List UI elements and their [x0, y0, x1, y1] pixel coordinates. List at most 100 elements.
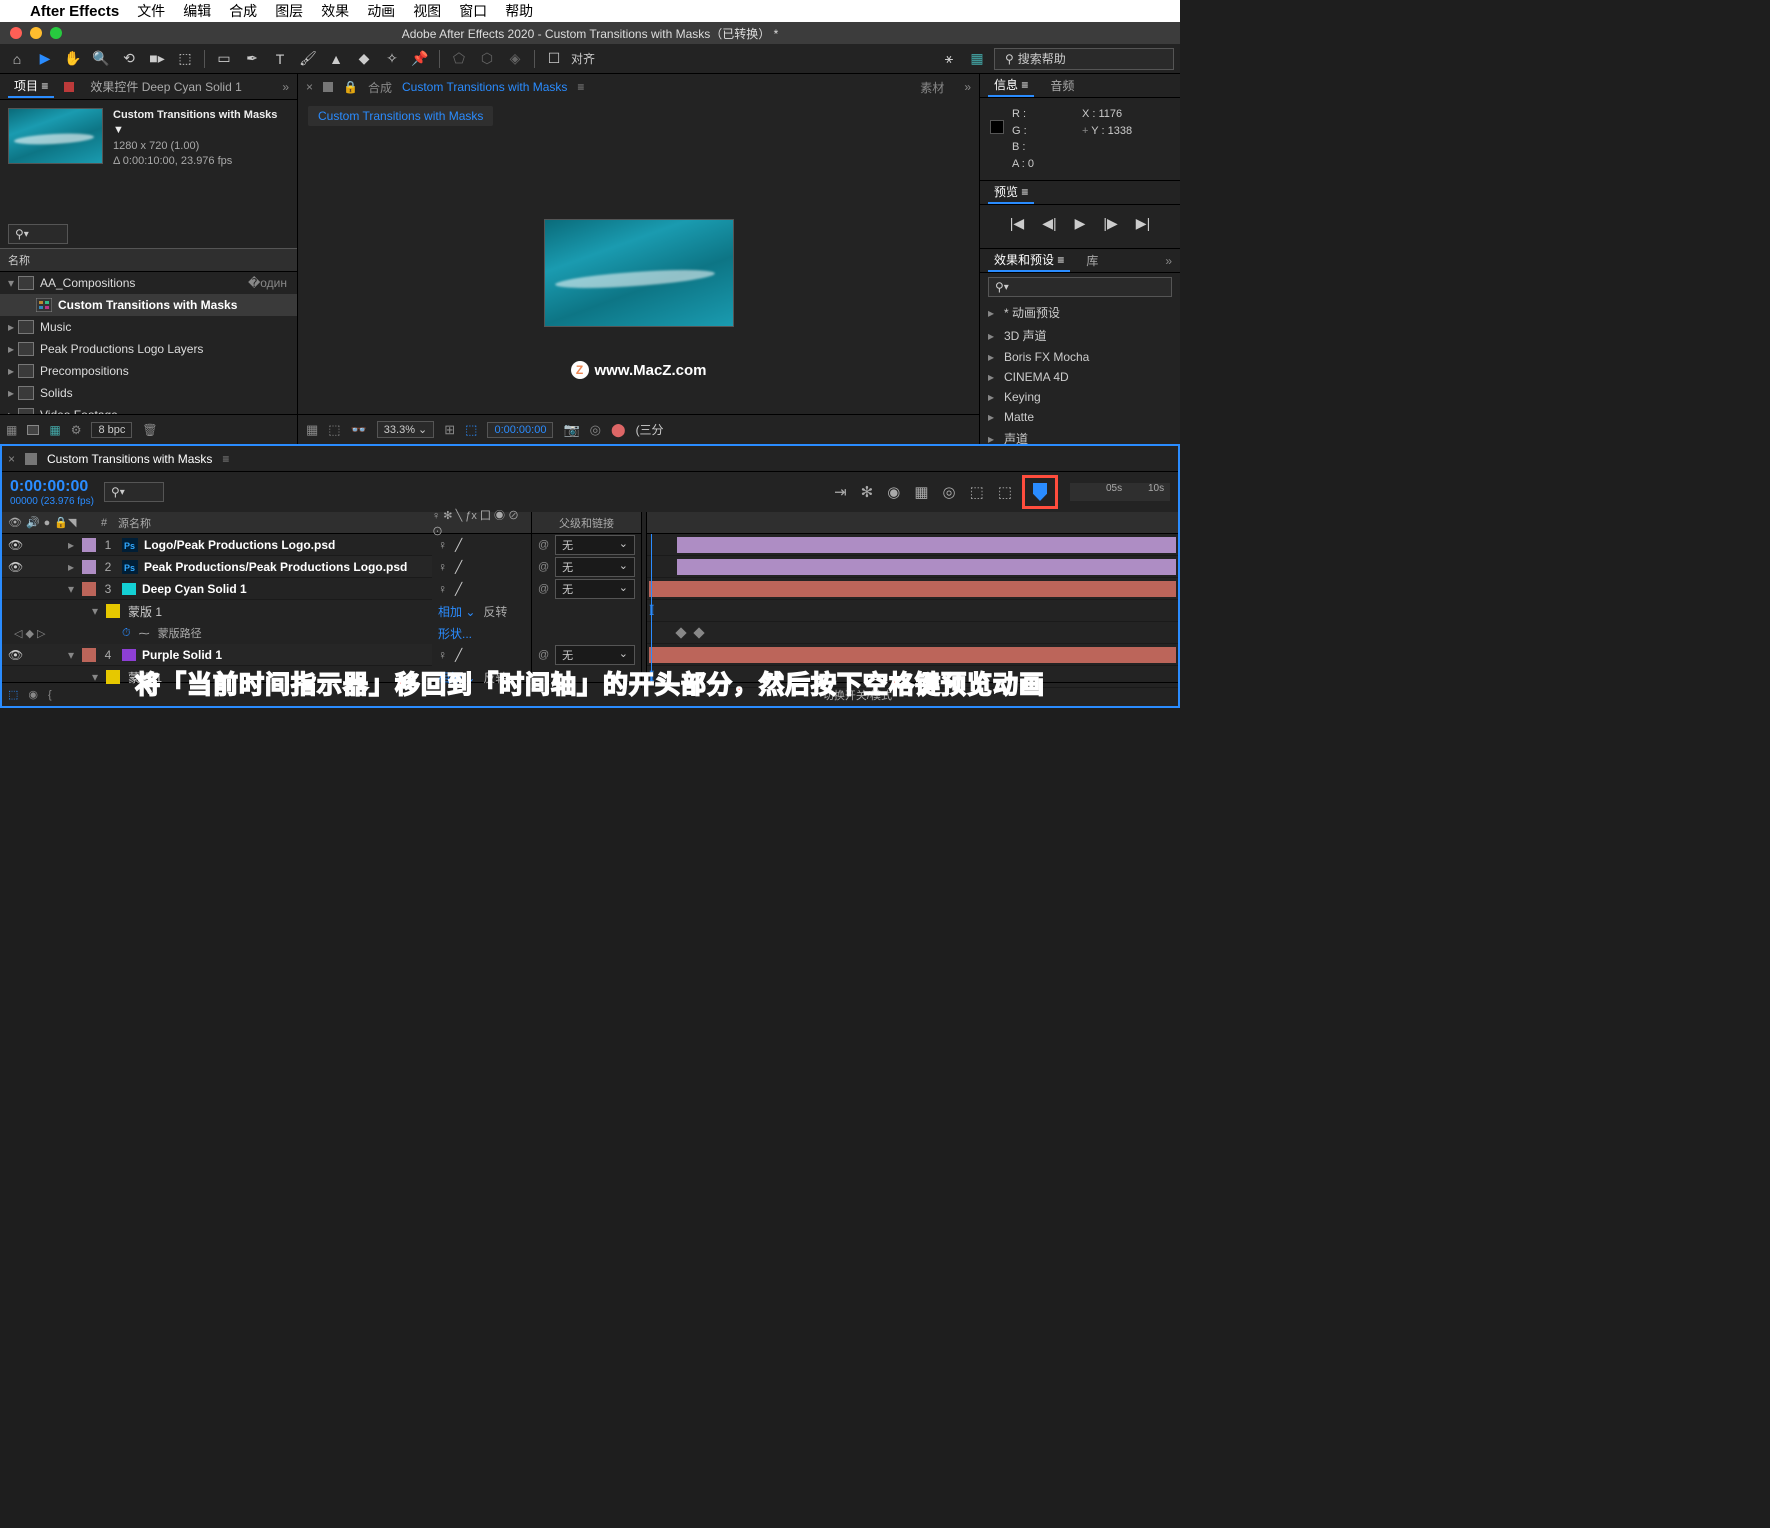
grid-icon[interactable]: ⊞	[444, 422, 455, 438]
layer-bar[interactable]	[677, 537, 1176, 553]
type-tool-icon[interactable]: T	[269, 48, 291, 70]
shape-link[interactable]: 形状...	[438, 625, 472, 642]
folder-logo-layers[interactable]: ▸ Peak Productions Logo Layers	[0, 338, 297, 360]
folder-precompositions[interactable]: ▸ Precompositions	[0, 360, 297, 382]
menu-view[interactable]: 视图	[413, 1, 441, 21]
pen-tool-icon[interactable]: ✒	[241, 48, 263, 70]
time-ruler[interactable]: 05s 10s	[1070, 483, 1170, 501]
pickwhip-icon[interactable]: @	[538, 649, 549, 661]
folder-music[interactable]: ▸ Music	[0, 316, 297, 338]
eraser-tool-icon[interactable]: ◆	[353, 48, 375, 70]
lock-icon[interactable]: 🔒	[343, 80, 358, 94]
pickwhip-icon[interactable]: @	[538, 583, 549, 595]
preset-category[interactable]: ▸* 动画预设	[980, 301, 1180, 324]
color-mgmt-icon[interactable]: ⬤	[611, 422, 626, 438]
mask-visibility-icon[interactable]: ⬚	[465, 422, 477, 438]
preset-category[interactable]: ▸CINEMA 4D	[980, 367, 1180, 387]
frame-blend-icon[interactable]: ✻	[861, 483, 874, 501]
pickwhip-icon[interactable]: @	[538, 539, 549, 551]
invert-checkbox[interactable]: 反转	[483, 603, 507, 620]
prev-frame-icon[interactable]: ◀|	[1042, 215, 1056, 232]
current-time-indicator-icon[interactable]	[1033, 483, 1047, 501]
snap-icon-3[interactable]: ◈	[504, 48, 526, 70]
parent-select[interactable]: 无⌄	[555, 579, 635, 599]
snapping-icon[interactable]: ⚹	[938, 48, 960, 70]
menu-effect[interactable]: 效果	[321, 1, 349, 21]
show-snapshot-icon[interactable]: ◎	[590, 422, 601, 438]
project-settings-icon[interactable]: ⚙	[71, 423, 82, 437]
pan-behind-tool-icon[interactable]: ⬚	[174, 48, 196, 70]
hand-tool-icon[interactable]: ✋	[62, 48, 84, 70]
menu-help[interactable]: 帮助	[505, 1, 533, 21]
expand-icon[interactable]: ◉	[28, 688, 38, 701]
channel-icon[interactable]: ⬚	[328, 422, 340, 438]
minimize-window-button[interactable]	[30, 27, 42, 39]
folder-video-footage[interactable]: ▸ Video Footage	[0, 404, 297, 414]
panel-menu-icon[interactable]: »	[282, 80, 289, 94]
parent-select[interactable]: 无⌄	[555, 535, 635, 555]
rectangle-tool-icon[interactable]: ▭	[213, 48, 235, 70]
viewport[interactable]: Z www.MacZ.com	[298, 132, 979, 414]
layer-row-2[interactable]: 👁▸ 2 Ps Peak Productions/Peak Production…	[2, 556, 432, 578]
project-search[interactable]: ⚲▾	[8, 224, 68, 244]
snapshot-icon[interactable]: 📷	[563, 422, 579, 438]
layer-bar[interactable]	[677, 559, 1176, 575]
close-window-button[interactable]	[10, 27, 22, 39]
view-label[interactable]: (三分	[636, 421, 664, 438]
parent-select[interactable]: 无⌄	[555, 645, 635, 665]
align-checkbox[interactable]: ☐	[543, 48, 565, 70]
mask-color[interactable]	[106, 670, 120, 684]
invert-checkbox[interactable]: 反转	[483, 669, 507, 686]
library-tab[interactable]: 库	[1080, 250, 1104, 271]
layer-row-1[interactable]: 👁▸ 1 Ps Logo/Peak Productions Logo.psd	[2, 534, 432, 556]
new-folder-icon[interactable]	[27, 425, 39, 435]
effects-search[interactable]: ⚲▾	[988, 277, 1172, 297]
zoom-select[interactable]: 33.3% ⌄	[377, 421, 434, 438]
maximize-window-button[interactable]	[50, 27, 62, 39]
preset-category[interactable]: ▸Keying	[980, 387, 1180, 407]
menu-edit[interactable]: 编辑	[183, 1, 211, 21]
viewer-comp-name[interactable]: Custom Transitions with Masks	[402, 80, 567, 94]
menu-layer[interactable]: 图层	[275, 1, 303, 21]
alpha-icon[interactable]: ▦	[306, 422, 318, 438]
menu-composition[interactable]: 合成	[229, 1, 257, 21]
mask-color[interactable]	[106, 604, 120, 618]
comp-thumbnail[interactable]	[8, 108, 103, 164]
trash-icon[interactable]: 🗑	[142, 423, 157, 437]
brace-icon[interactable]: {	[48, 689, 52, 701]
current-time[interactable]: 0:00:00:00	[10, 478, 94, 496]
layer-row-3[interactable]: ▾ 3 Deep Cyan Solid 1	[2, 578, 432, 600]
preset-category[interactable]: ▸3D 声道	[980, 324, 1180, 347]
preset-category[interactable]: ▸Matte	[980, 407, 1180, 427]
comp-item[interactable]: Custom Transitions with Masks	[0, 294, 297, 316]
audio-tab[interactable]: 音频	[1044, 75, 1080, 96]
project-tab[interactable]: 项目 ≡	[8, 75, 54, 98]
project-column-header[interactable]: 名称	[0, 248, 297, 272]
mask-row-2[interactable]: ▾ 蒙版 1	[2, 666, 432, 688]
render-icon[interactable]: ⬚	[998, 483, 1012, 501]
timeline-search[interactable]: ⚲▾	[104, 482, 164, 502]
clone-tool-icon[interactable]: ▲	[325, 48, 347, 70]
menu-animation[interactable]: 动画	[367, 1, 395, 21]
toggle-switches-modes[interactable]: 切换开关/模式	[823, 687, 892, 703]
shy-icon[interactable]: ⇥	[834, 483, 847, 501]
resolution-icon[interactable]: 👓	[351, 422, 367, 438]
draft-3d-icon[interactable]: ◎	[943, 483, 956, 501]
layer-bar[interactable]	[649, 647, 1176, 663]
snap-icon[interactable]: ⬠	[448, 48, 470, 70]
source-name-header[interactable]: 源名称	[114, 515, 432, 531]
flowchart-icon[interactable]: �один	[248, 276, 287, 290]
selection-tool-icon[interactable]: ▶	[34, 48, 56, 70]
label-color[interactable]	[82, 582, 96, 596]
comp-breadcrumb[interactable]: Custom Transitions with Masks	[308, 106, 493, 126]
label-color[interactable]	[82, 560, 96, 574]
mask-mode-select[interactable]: 相加 ⌄	[438, 603, 475, 620]
effects-presets-tab[interactable]: 效果和预设 ≡	[988, 249, 1070, 272]
new-comp-icon[interactable]: ▦	[49, 423, 60, 437]
3d-icon[interactable]: ⬚	[970, 483, 984, 501]
label-color[interactable]	[82, 538, 96, 552]
app-name[interactable]: After Effects	[30, 3, 119, 20]
footage-tab[interactable]: 素材	[920, 79, 944, 96]
switches-header[interactable]: ♀ ✻ ╲ ƒx 囗 ◉ ⊘ ⊙	[432, 512, 531, 534]
interpret-footage-icon[interactable]: ▦	[6, 423, 17, 437]
